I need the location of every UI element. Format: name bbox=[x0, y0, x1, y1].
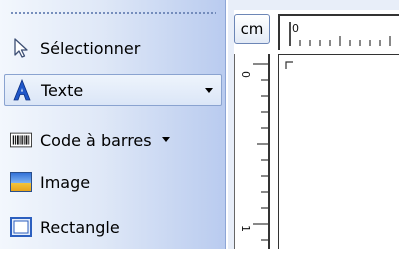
vertical-ruler[interactable]: 0 1 bbox=[234, 54, 270, 249]
barcode-icon bbox=[10, 129, 32, 151]
tool-barcode[interactable]: Code à barres bbox=[10, 124, 170, 156]
cursor-icon bbox=[10, 37, 32, 59]
rectangle-icon bbox=[10, 216, 32, 238]
tool-barcode-label: Code à barres bbox=[40, 130, 152, 150]
text-tool-icon bbox=[11, 79, 33, 101]
label-canvas[interactable] bbox=[278, 54, 399, 249]
vertical-ruler-label-0: 0 bbox=[239, 71, 252, 78]
tool-select[interactable]: Sélectionner bbox=[10, 32, 140, 64]
horizontal-ruler[interactable]: 0 bbox=[278, 14, 399, 50]
text-dropdown-arrow-icon[interactable] bbox=[205, 88, 213, 93]
tool-image[interactable]: Image bbox=[10, 166, 90, 198]
tool-select-label: Sélectionner bbox=[40, 38, 141, 58]
tool-image-label: Image bbox=[40, 172, 91, 192]
ruler-frame-top bbox=[228, 0, 399, 10]
unit-button[interactable]: cm bbox=[234, 14, 270, 44]
tool-palette: Sélectionner Texte Code à barres Image R… bbox=[0, 0, 226, 249]
tool-rectangle[interactable]: Rectangle bbox=[10, 211, 120, 243]
tool-rectangle-label: Rectangle bbox=[40, 217, 120, 237]
image-icon bbox=[10, 171, 32, 193]
barcode-dropdown-arrow-icon[interactable] bbox=[161, 137, 170, 142]
tool-text-label: Texte bbox=[41, 80, 84, 100]
horizontal-ruler-origin-label: 0 bbox=[292, 22, 299, 35]
vertical-ruler-label-1: 1 bbox=[239, 225, 252, 232]
tool-text[interactable]: Texte bbox=[4, 74, 222, 106]
toolbar-grip[interactable] bbox=[10, 12, 216, 14]
